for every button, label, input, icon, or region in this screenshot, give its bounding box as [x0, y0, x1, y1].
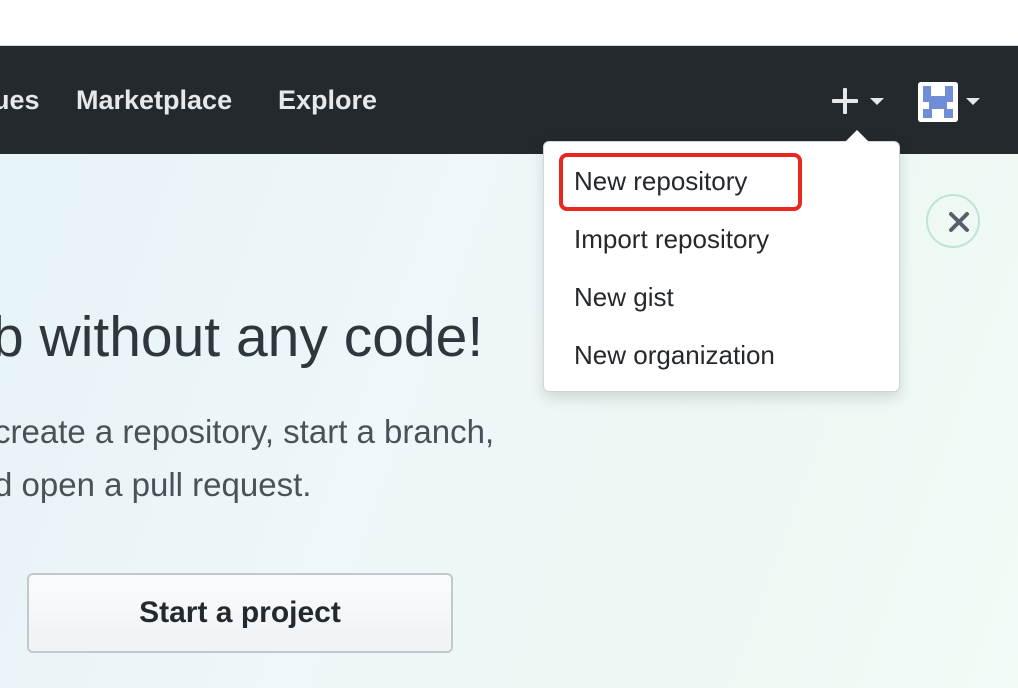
hero-description-line-1: create a repository, start a branch, — [0, 413, 495, 450]
chevron-down-icon — [966, 98, 980, 105]
dropdown-pointer — [845, 130, 869, 142]
nav-link-issues[interactable]: ues — [0, 46, 40, 154]
menu-item-new-organization[interactable]: New organization — [544, 329, 899, 381]
identicon-avatar-icon — [918, 82, 958, 122]
chevron-down-icon — [870, 98, 884, 105]
avatar — [918, 82, 958, 122]
nav-link-marketplace[interactable]: Marketplace — [76, 46, 232, 154]
nav-link-explore[interactable]: Explore — [278, 46, 377, 154]
menu-item-import-repository[interactable]: Import repository — [544, 213, 899, 265]
create-new-dropdown: New repository Import repository New gis… — [543, 130, 900, 392]
create-new-menu-button[interactable] — [826, 84, 890, 118]
dismiss-button[interactable] — [926, 194, 980, 248]
user-menu-button[interactable] — [916, 82, 986, 122]
hero-heading: b without any code! — [0, 305, 484, 369]
close-icon — [949, 212, 969, 232]
menu-item-new-gist[interactable]: New gist — [544, 271, 899, 323]
menu-item-new-repository[interactable]: New repository — [544, 155, 899, 207]
start-project-button[interactable]: Start a project — [27, 573, 453, 653]
hero-description-line-2: d open a pull request. — [0, 466, 312, 503]
plus-icon — [832, 88, 858, 114]
browser-top-strip — [0, 0, 1018, 46]
